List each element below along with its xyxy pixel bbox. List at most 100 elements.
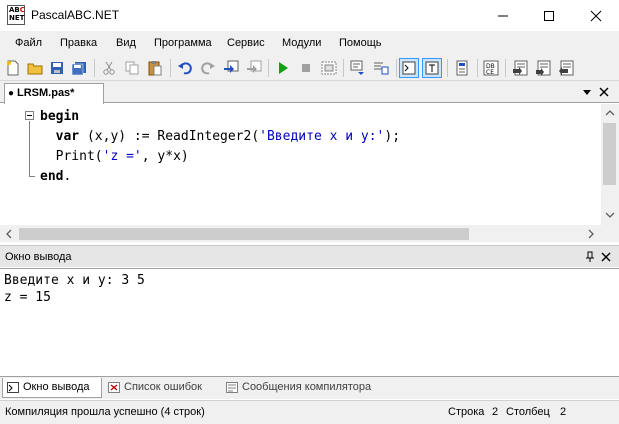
output-window-toggle[interactable]	[399, 58, 419, 78]
keyword: begin	[40, 109, 80, 124]
close-panel-button[interactable]	[599, 250, 613, 264]
tab-error-list[interactable]: Список ошибок	[104, 378, 220, 398]
debug-button[interactable]	[319, 58, 339, 78]
text-window-toggle[interactable]	[422, 58, 442, 78]
breakpoint-button[interactable]	[533, 58, 553, 78]
output-window-icon	[7, 382, 19, 393]
comment-icon	[374, 62, 389, 75]
build-button[interactable]	[244, 58, 264, 78]
toolbar: DB CE	[0, 55, 619, 81]
comment-button[interactable]	[371, 58, 391, 78]
status-message: Компиляция прошла успешно (4 строк)	[5, 406, 205, 418]
keyword: end	[40, 169, 64, 184]
menu-edit[interactable]: Правка	[60, 37, 97, 49]
toolbar-separator	[477, 59, 478, 77]
panel-title: Окно вывода	[5, 251, 72, 263]
tab-label: LRSM.pas*	[17, 87, 75, 99]
horizontal-scroll-thumb[interactable]	[19, 228, 469, 240]
vertical-scroll-thumb[interactable]	[603, 123, 616, 185]
step-out-button[interactable]	[556, 58, 576, 78]
modified-marker: ●	[8, 88, 15, 99]
line-value: 2	[492, 406, 499, 418]
format-button[interactable]	[348, 58, 368, 78]
new-file-icon	[7, 60, 19, 76]
new-file-button[interactable]	[3, 58, 23, 78]
close-icon	[599, 87, 609, 97]
copy-button[interactable]	[122, 58, 142, 78]
save-all-icon	[71, 62, 86, 75]
open-button[interactable]	[25, 58, 45, 78]
pin-icon	[586, 251, 594, 262]
output-text: Введите x и y: 3 5 z = 15	[4, 272, 145, 306]
menu-view[interactable]: Вид	[116, 37, 136, 49]
menu-program[interactable]: Программа	[154, 37, 212, 49]
maximize-icon	[544, 10, 554, 21]
tab-label: Список ошибок	[124, 381, 202, 393]
code-editor[interactable]: begin var (x,y) := ReadInteger2('Введите…	[0, 104, 619, 225]
line-label: Строка	[448, 406, 485, 418]
output-panel-header: Окно вывода	[0, 245, 619, 267]
stop-button[interactable]	[296, 58, 316, 78]
form-button[interactable]	[452, 58, 472, 78]
menu-help[interactable]: Помощь	[339, 37, 382, 49]
cell-icon: DBCE	[483, 60, 499, 76]
menu-file[interactable]: Файл	[15, 37, 42, 49]
redo-icon	[201, 62, 215, 75]
save-all-button[interactable]	[69, 58, 89, 78]
chevron-right-icon	[588, 229, 594, 239]
step-out-icon	[559, 60, 574, 76]
text-icon	[425, 61, 439, 75]
bottom-tab-bar: Окно вывода Список ошибок Сообщения комп…	[0, 376, 619, 399]
code-text[interactable]: begin var (x,y) := ReadInteger2('Введите…	[40, 107, 400, 187]
paste-button[interactable]	[145, 58, 165, 78]
chevron-down-icon	[605, 212, 615, 218]
scroll-right-button[interactable]	[584, 227, 598, 241]
stop-icon	[302, 64, 310, 72]
maximize-button[interactable]	[526, 0, 572, 31]
scroll-up-button[interactable]	[603, 106, 617, 120]
tab-list-dropdown[interactable]	[580, 85, 594, 99]
step-button[interactable]	[510, 58, 530, 78]
output-window[interactable]: Введите x и y: 3 5 z = 15	[0, 268, 619, 376]
tab-compiler-messages[interactable]: Сообщения компилятора	[222, 378, 397, 398]
menu-tools[interactable]: Сервис	[227, 37, 265, 49]
compile-icon	[224, 60, 239, 73]
undo-button[interactable]	[175, 58, 195, 78]
minimize-button[interactable]	[480, 0, 526, 31]
cut-button[interactable]	[99, 58, 119, 78]
compile-button[interactable]	[221, 58, 241, 78]
cell-button[interactable]: DB CE	[481, 58, 501, 78]
scroll-down-button[interactable]	[603, 208, 617, 222]
code-token: );	[384, 129, 401, 144]
build-icon	[247, 60, 262, 73]
undo-icon	[178, 62, 192, 75]
save-icon	[51, 62, 63, 74]
code-token: .	[63, 169, 72, 184]
pin-panel-button[interactable]	[583, 250, 597, 264]
error-list-icon	[108, 382, 120, 393]
step-icon	[513, 60, 528, 76]
breakpoint-icon	[536, 60, 551, 76]
fold-toggle[interactable]	[25, 111, 34, 120]
status-bar: Компиляция прошла успешно (4 строк) Стро…	[0, 400, 619, 424]
app-logo-icon: ABC NET	[7, 5, 25, 25]
scrollbar-corner	[601, 225, 619, 242]
menu-modules[interactable]: Модули	[282, 37, 321, 49]
save-button[interactable]	[47, 58, 67, 78]
fold-end	[29, 176, 35, 177]
run-button[interactable]	[273, 58, 293, 78]
close-tab-button[interactable]	[597, 85, 611, 99]
close-icon	[590, 10, 602, 21]
fold-line	[29, 121, 30, 176]
redo-button[interactable]	[198, 58, 218, 78]
string-literal: 'z ='	[102, 149, 142, 164]
output-window-icon	[402, 61, 416, 75]
menu-bar: Файл Правка Вид Программа Сервис Модули …	[0, 31, 619, 55]
debug-icon	[321, 61, 337, 75]
tab-label: Сообщения компилятора	[242, 381, 372, 393]
scroll-left-button[interactable]	[2, 227, 16, 241]
close-window-button[interactable]	[573, 0, 619, 31]
tab-lrsm-pas[interactable]: ● LRSM.pas*	[4, 83, 104, 104]
output-line: z = 15	[4, 290, 51, 305]
tab-output-window[interactable]: Окно вывода	[2, 378, 102, 398]
